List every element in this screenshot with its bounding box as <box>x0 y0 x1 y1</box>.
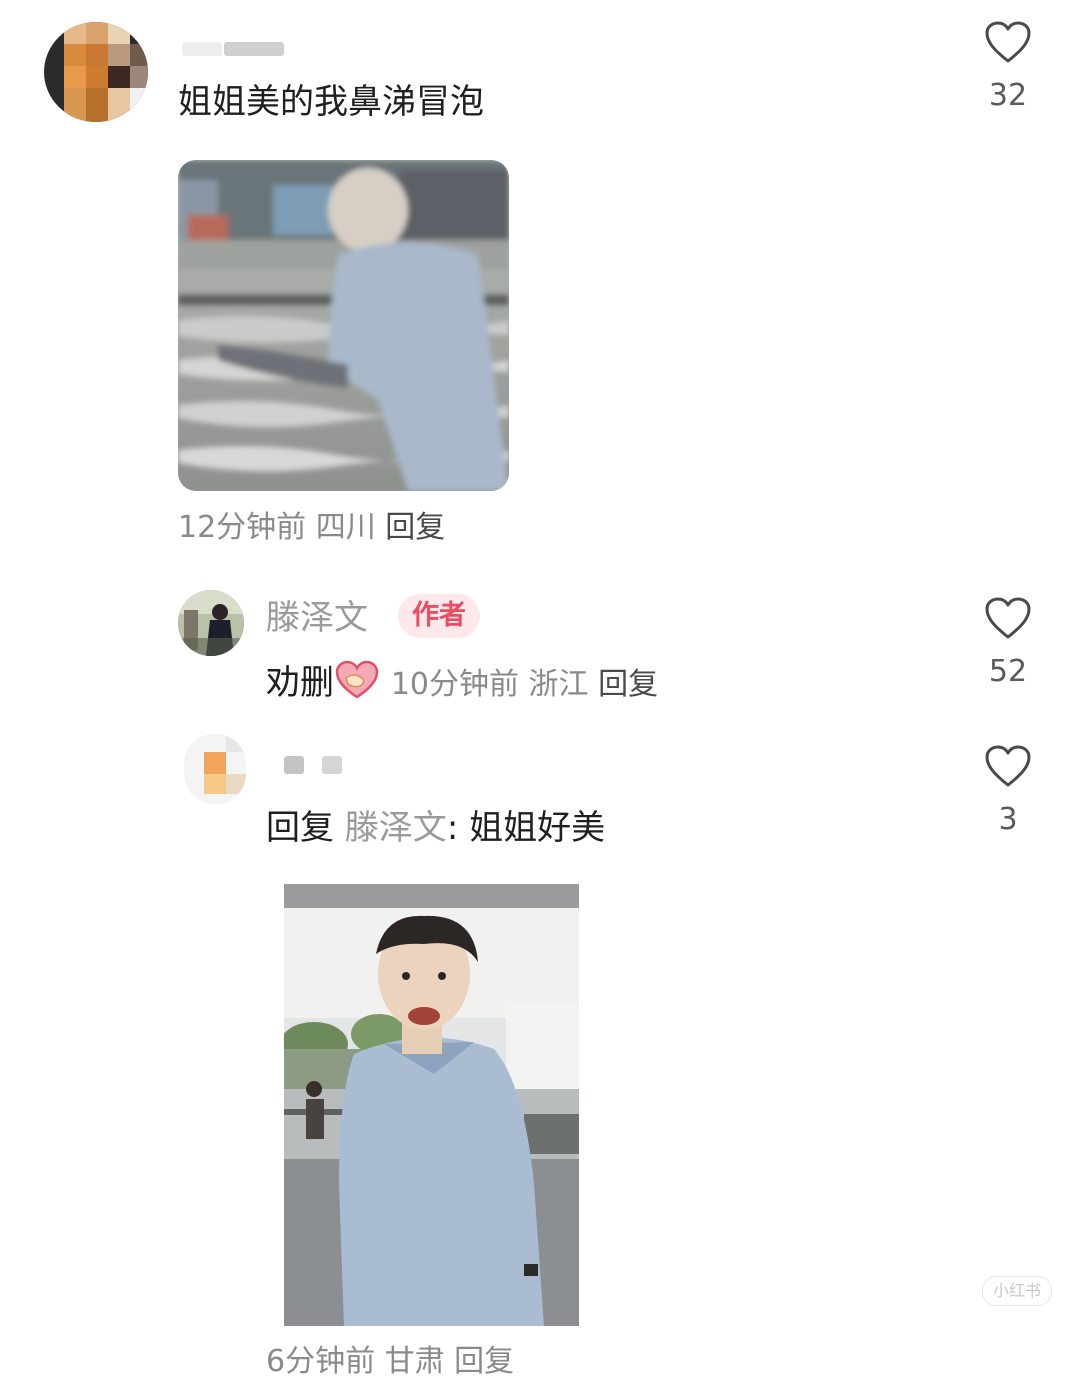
comment-photo-graphic <box>178 160 509 491</box>
comment-meta: 12分钟前 四川 回复 <box>178 510 445 546</box>
comment-location: 四川 <box>315 510 376 545</box>
reply-prefix: 回复 <box>266 808 334 848</box>
author-avatar-graphic <box>178 590 244 656</box>
username-blurred-part <box>322 756 342 774</box>
reply-text: 劝删 <box>266 663 334 703</box>
avatar[interactable] <box>44 22 148 122</box>
reply-time: 10分钟前 <box>390 667 519 702</box>
reply-to-username[interactable]: 滕泽文 <box>345 808 447 848</box>
comment-text: 姐姐美的我鼻涕冒泡 <box>178 82 484 122</box>
reply-button[interactable]: 回复 <box>598 667 658 702</box>
comment-time: 12分钟前 <box>178 510 307 545</box>
reply-meta: 10分钟前 浙江 回复 <box>391 667 658 702</box>
reply-photo-graphic <box>284 884 579 1326</box>
heart-outline-icon[interactable] <box>984 20 1032 64</box>
avatar[interactable] <box>184 734 246 804</box>
heart-outline-icon[interactable] <box>984 596 1032 640</box>
like-control[interactable]: 3 <box>968 744 1048 838</box>
handshake-heart-icon <box>334 660 380 700</box>
avatar[interactable] <box>178 590 244 656</box>
like-control[interactable]: 52 <box>968 596 1048 690</box>
reply-text-row: 劝删 10分钟前 浙江 回复 <box>266 660 658 703</box>
like-control[interactable]: 32 <box>968 20 1048 114</box>
reply-meta-partial: 6分钟前 甘肃 回复 <box>266 1344 515 1379</box>
reply-image[interactable] <box>284 884 579 1326</box>
username-blurred[interactable] <box>284 756 304 774</box>
like-count: 52 <box>988 654 1028 689</box>
reply-text: : 姐姐好美 <box>446 808 606 848</box>
comment-image[interactable] <box>178 160 509 491</box>
watermark: 小红书 <box>981 1276 1052 1306</box>
username-blurred-part <box>224 42 284 56</box>
username-blurred[interactable] <box>182 42 222 56</box>
author-badge: 作者 <box>398 594 480 638</box>
reply-text-row: 回复 滕泽文: 姐姐好美 <box>266 808 605 848</box>
reply-button[interactable]: 回复 <box>385 510 445 545</box>
like-count: 32 <box>988 78 1028 113</box>
heart-outline-icon[interactable] <box>984 744 1032 788</box>
reply-location: 浙江 <box>528 667 589 702</box>
like-count: 3 <box>998 802 1018 837</box>
username[interactable]: 滕泽文 <box>266 598 368 638</box>
